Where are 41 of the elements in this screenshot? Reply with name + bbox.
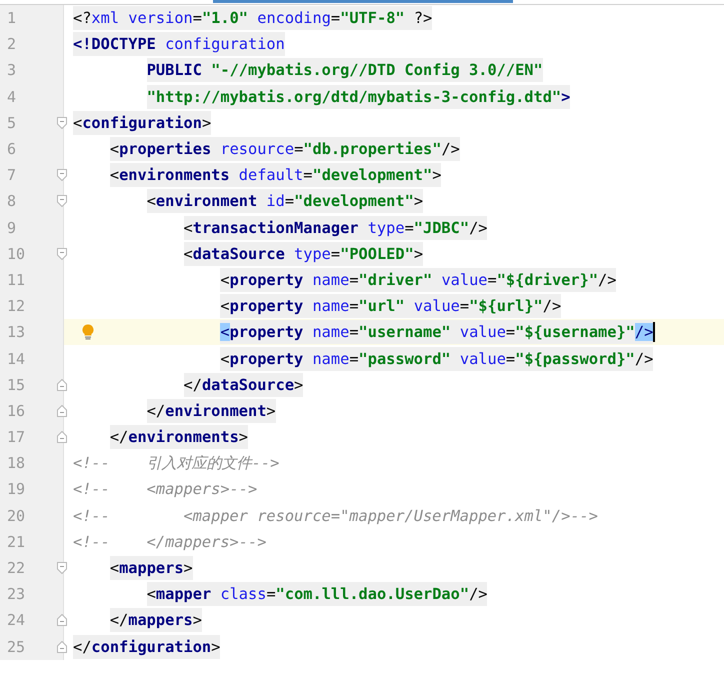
fold-marker-icon[interactable]	[57, 640, 67, 652]
fold-marker-icon[interactable]	[57, 169, 67, 182]
fold-marker-icon[interactable]	[57, 431, 67, 443]
line-number: 3	[7, 61, 16, 80]
line-number: 23	[7, 585, 26, 604]
line-number: 14	[7, 350, 26, 368]
line-number: 22	[7, 559, 26, 578]
fold-marker-icon[interactable]	[57, 195, 67, 208]
fold-marker-icon[interactable]	[57, 116, 67, 129]
line-number: 9	[7, 218, 16, 237]
line-number: 17	[7, 428, 26, 446]
line-number: 15	[7, 376, 26, 394]
line-number: 2	[7, 35, 16, 54]
fold-marker-icon[interactable]	[57, 614, 67, 626]
line-number: 24	[7, 611, 26, 630]
line-number: 8	[7, 192, 16, 210]
line-number: 21	[7, 532, 26, 551]
line-number: 13	[7, 323, 26, 342]
line-number: 7	[7, 166, 16, 184]
line-number: 6	[7, 140, 16, 158]
line-number: 19	[7, 480, 26, 498]
line-number: 12	[7, 297, 26, 316]
code-comment: <!-- </mappers>-->	[73, 532, 266, 553]
code-comment: <!-- 引入对应的文件-->	[73, 453, 280, 474]
line-number: 1	[7, 9, 16, 28]
text-cursor	[653, 322, 656, 342]
fold-marker-icon[interactable]	[57, 562, 67, 574]
line-number: 5	[7, 114, 16, 132]
line-number: 20	[7, 506, 26, 525]
line-number: 25	[7, 638, 26, 656]
fold-marker-icon[interactable]	[57, 248, 67, 260]
line-number: 16	[7, 402, 26, 420]
line-number: 18	[7, 454, 26, 472]
fold-marker-icon[interactable]	[57, 378, 67, 391]
fold-marker-icon[interactable]	[57, 404, 67, 417]
lightbulb-icon[interactable]	[82, 324, 94, 340]
line-number: 4	[7, 88, 16, 106]
line-number: 11	[7, 270, 26, 289]
code-comment: <!-- <mapper resource="mapper/UserMapper.xml"/>-->	[73, 506, 598, 527]
code-comment: <!-- <mappers>-->	[73, 479, 258, 500]
line-number: 10	[7, 244, 26, 263]
